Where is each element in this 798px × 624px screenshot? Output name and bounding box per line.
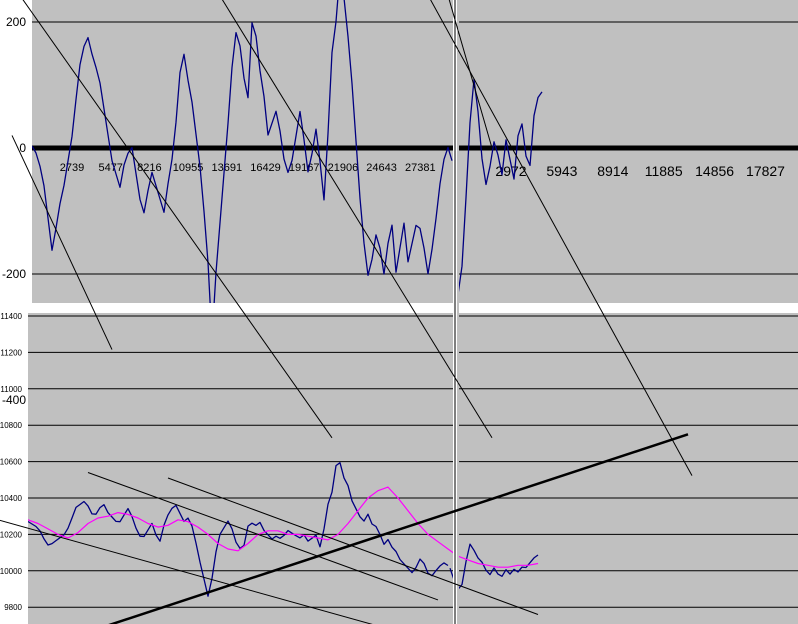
chart-canvas: 4002000-200-400 273954778216109551369116… <box>0 0 798 624</box>
oscillator-y-axis: 4002000-200-400 <box>2 15 26 407</box>
oscillator-x-tick-label: 13691 <box>212 162 243 174</box>
price-y-tick-label: 11400 <box>0 312 22 321</box>
price-y-tick-label: 10200 <box>0 530 23 539</box>
session-divider <box>453 0 459 624</box>
oscillator-x-tick-label: 8216 <box>137 162 161 174</box>
oscillator-x-tick-label: 5477 <box>98 162 122 174</box>
oscillator-x-tick-label: 8914 <box>597 163 628 179</box>
price-y-tick-label: 11200 <box>0 348 22 357</box>
oscillator-y-tick-label: -200 <box>2 267 26 281</box>
oscillator-x-tick-label: 16429 <box>250 162 281 174</box>
oscillator-y-tick-label: 200 <box>6 15 26 29</box>
oscillator-x-tick-label: 11885 <box>645 163 683 179</box>
price-y-tick-label: 10600 <box>0 458 23 467</box>
price-plot-area <box>28 313 798 624</box>
price-y-axis: 11400 11200 11000 10800 10600 10400 10200 10000… <box>0 312 23 612</box>
oscillator-x-tick-label: 10955 <box>173 162 204 174</box>
oscillator-x-tick-label: 14856 <box>695 163 734 179</box>
oscillator-x-tick-label: 19167 <box>289 162 320 174</box>
oscillator-x-tick-label: 17827 <box>746 163 785 179</box>
price-y-tick-label: 11000 <box>0 385 22 394</box>
oscillator-x-tick-label: 21906 <box>328 162 359 174</box>
price-y-tick-label: 10400 <box>0 494 23 503</box>
oscillator-x-tick-label: 2739 <box>60 162 84 174</box>
price-y-tick-label: 10000 <box>0 567 23 576</box>
oscillator-x-tick-label: 24643 <box>366 162 397 174</box>
price-y-tick-label: 10800 <box>0 421 23 430</box>
oscillator-y-tick-label: -400 <box>2 393 26 407</box>
oscillator-plot-area <box>32 0 798 303</box>
oscillator-x-tick-label: 27381 <box>405 162 436 174</box>
price-panel: 11400 11200 11000 10800 10600 10400 10200 10000… <box>0 312 798 624</box>
price-y-tick-label: 9800 <box>4 603 22 612</box>
oscillator-x-tick-label: 5943 <box>546 163 577 179</box>
